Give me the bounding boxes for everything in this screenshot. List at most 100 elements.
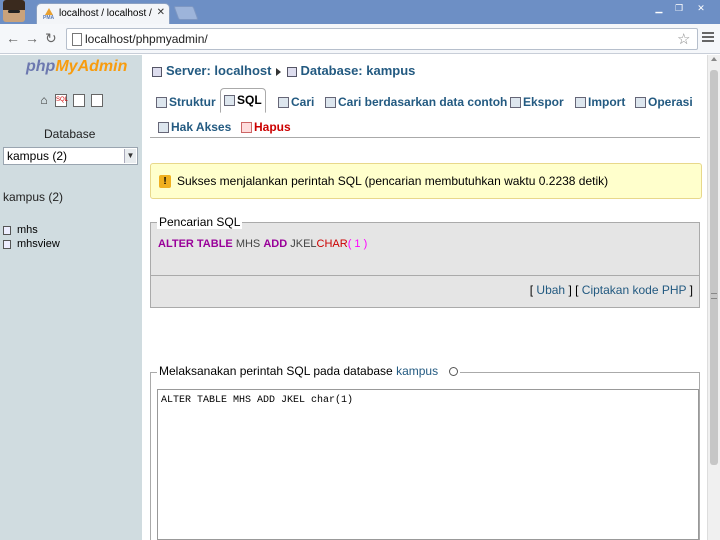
privileges-icon bbox=[158, 122, 169, 134]
tab-title: localhost / localhost / kampus bbox=[59, 8, 153, 19]
logo-php: php bbox=[26, 58, 56, 75]
import-icon bbox=[575, 97, 586, 109]
executed-sql: ALTER TABLE MHS ADD JKELCHAR( 1 ) bbox=[158, 238, 367, 250]
menu-icon[interactable] bbox=[702, 32, 714, 44]
database-heading[interactable]: kampus (2) bbox=[3, 190, 63, 204]
server-icon bbox=[152, 66, 162, 77]
avatar-glasses bbox=[8, 10, 20, 13]
create-php-code-link[interactable]: Ciptakan kode PHP bbox=[582, 283, 687, 297]
table-name: mhs bbox=[17, 224, 38, 236]
profile-avatar[interactable] bbox=[3, 0, 25, 22]
tab-label: Operasi bbox=[648, 95, 693, 109]
restore-icon[interactable]: ❐ bbox=[672, 2, 686, 14]
table-icon bbox=[3, 239, 11, 249]
bracket: ] bbox=[689, 283, 693, 297]
address-url: localhost/phpmyadmin/ bbox=[85, 32, 208, 46]
browser-toolbar: ← → ↻ localhost/phpmyadmin/ bbox=[0, 24, 720, 54]
sql-textarea[interactable]: ALTER TABLE MHS ADD JKEL char(1) bbox=[157, 389, 699, 540]
sql-table: MHS bbox=[235, 238, 261, 250]
breadcrumb: Server: localhost Database: kampus bbox=[152, 63, 415, 78]
documentation-icon[interactable] bbox=[73, 94, 85, 107]
sql-keyword: ALTER TABLE bbox=[158, 238, 233, 250]
export-icon bbox=[510, 97, 521, 109]
sql-tools: [ Ubah ] [ Ciptakan kode PHP ] bbox=[530, 283, 693, 297]
page-icon bbox=[72, 33, 82, 46]
browser-tab[interactable]: PMA localhost / localhost / kampus ✕ bbox=[36, 3, 170, 24]
mysql-docs-icon[interactable] bbox=[91, 94, 103, 107]
phpmyadmin-logo[interactable]: phpMyAdmin bbox=[26, 58, 127, 76]
avatar-hair bbox=[3, 0, 25, 10]
breadcrumb-database[interactable]: Database: kampus bbox=[301, 63, 416, 78]
tab-label: SQL bbox=[237, 93, 262, 107]
address-bar[interactable]: localhost/phpmyadmin/ bbox=[66, 28, 698, 50]
sql-args: ( 1 ) bbox=[347, 238, 368, 250]
bracket: [ bbox=[529, 283, 534, 297]
tab-close-icon[interactable]: ✕ bbox=[157, 7, 165, 18]
sql-column: JKEL bbox=[290, 238, 317, 250]
help-icon[interactable] bbox=[449, 367, 459, 377]
table-item-mhs[interactable]: mhs bbox=[3, 224, 38, 236]
tab-import[interactable]: Import bbox=[572, 91, 629, 113]
structure-icon bbox=[156, 97, 167, 109]
sql-keyword: ADD bbox=[263, 238, 288, 250]
new-tab-button[interactable] bbox=[173, 6, 199, 20]
tab-hak-akses[interactable]: Hak Akses bbox=[155, 116, 235, 138]
sql-icon bbox=[224, 95, 235, 107]
tab-label: Struktur bbox=[169, 95, 216, 109]
tab-label: Import bbox=[588, 95, 626, 109]
database-icon bbox=[286, 66, 297, 77]
tab-label: Hak Akses bbox=[171, 120, 232, 134]
logo-admin: Admin bbox=[77, 58, 128, 75]
forward-icon[interactable]: → bbox=[25, 30, 39, 46]
scrollbar-thumb[interactable] bbox=[710, 70, 718, 465]
table-icon bbox=[3, 225, 11, 235]
browser-window: PMA localhost / localhost / kampus ✕ ▁ ❐… bbox=[0, 0, 720, 540]
table-item-mhsview[interactable]: mhsview bbox=[3, 238, 60, 250]
query-by-example-icon bbox=[325, 97, 336, 109]
tab-sql[interactable]: SQL bbox=[220, 88, 266, 113]
success-notice: ! Sukses menjalankan perintah SQL (penca… bbox=[150, 163, 702, 199]
sql-query-icon[interactable]: SQL bbox=[55, 94, 68, 107]
minimize-icon[interactable]: ▁ bbox=[652, 2, 666, 14]
nav-icons: ⌂ SQL bbox=[38, 94, 108, 110]
tab-hapus[interactable]: Hapus bbox=[238, 116, 294, 138]
database-link[interactable]: kampus bbox=[396, 364, 438, 378]
tab-label: Ekspor bbox=[523, 95, 564, 109]
tab-label: Hapus bbox=[254, 120, 291, 134]
sql-tools-bar: [ Ubah ] [ Ciptakan kode PHP ] bbox=[150, 276, 700, 308]
bookmark-star-icon[interactable]: ☆ bbox=[677, 30, 690, 48]
sql-type: CHAR bbox=[316, 238, 348, 250]
window-close-icon[interactable]: ✕ bbox=[694, 2, 708, 14]
tab-struktur[interactable]: Struktur bbox=[153, 91, 219, 113]
breadcrumb-server[interactable]: Server: localhost bbox=[166, 63, 272, 78]
chevron-down-icon[interactable]: ▼ bbox=[124, 149, 136, 163]
tabs-divider bbox=[150, 137, 700, 138]
database-label: Database bbox=[44, 127, 96, 141]
notice-message: Sukses menjalankan perintah SQL (pencari… bbox=[177, 174, 609, 188]
page-scrollbar[interactable] bbox=[707, 55, 720, 540]
breadcrumb-separator-icon bbox=[275, 67, 281, 76]
tab-cari[interactable]: Cari bbox=[275, 91, 318, 113]
table-name: mhsview bbox=[17, 238, 60, 250]
edit-link[interactable]: Ubah bbox=[536, 283, 565, 297]
search-icon bbox=[278, 97, 289, 109]
tab-ekspor[interactable]: Ekspor bbox=[507, 91, 567, 113]
back-icon[interactable]: ← bbox=[6, 30, 20, 46]
tab-cari-data-contoh[interactable]: Cari berdasarkan data contoh bbox=[322, 91, 511, 113]
home-icon[interactable]: ⌂ bbox=[38, 94, 50, 107]
run-sql-legend: Melaksanakan perintah SQL pada database … bbox=[157, 364, 461, 378]
sql-textarea-content: ALTER TABLE MHS ADD JKEL char(1) bbox=[161, 395, 354, 406]
legend-text: Melaksanakan perintah SQL pada database bbox=[159, 364, 393, 378]
notice-icon: ! bbox=[159, 175, 171, 188]
scrollbar-grip bbox=[711, 293, 717, 299]
phpmyadmin-favicon-icon: PMA bbox=[43, 8, 55, 21]
reload-icon[interactable]: ↻ bbox=[45, 30, 57, 46]
logo-my: My bbox=[55, 58, 78, 75]
tab-operasi[interactable]: Operasi bbox=[632, 91, 696, 113]
tab-label: Cari bbox=[291, 95, 315, 109]
tab-label: Cari berdasarkan data contoh bbox=[338, 95, 508, 109]
database-select-value: kampus (2) bbox=[7, 149, 68, 163]
database-select[interactable]: kampus (2) ▼ bbox=[3, 147, 138, 165]
operations-icon bbox=[635, 97, 646, 109]
scroll-up-icon[interactable] bbox=[711, 57, 717, 61]
